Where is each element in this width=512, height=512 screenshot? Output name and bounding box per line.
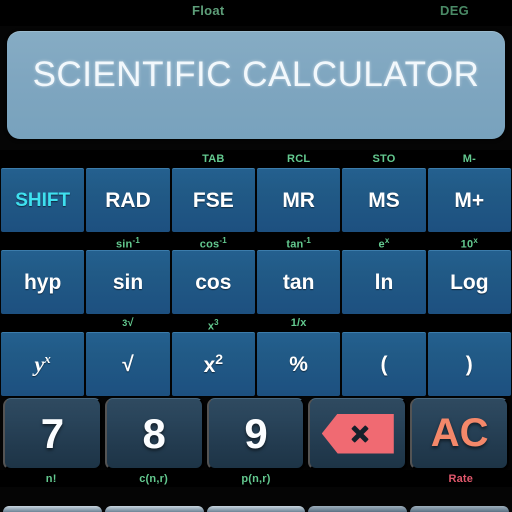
alt-arcsin-sup: -1	[132, 236, 140, 245]
alt-label-arccos: cos-1	[171, 233, 256, 253]
alt-label-row-1: TAB RCL STO M-	[0, 150, 512, 168]
alt-arctan-sup: -1	[303, 236, 311, 245]
keypad-row-memory: TAB RCL STO M- SHIFT RAD FSE MR MS M+	[0, 150, 512, 232]
square-base: x	[203, 354, 216, 377]
digit-7-button[interactable]: 7	[3, 398, 102, 470]
peek-button-1[interactable]	[3, 506, 102, 512]
display-title-text: SCIENTIFIC CALCULATOR	[32, 55, 480, 94]
alt-label-rate: Rate	[448, 473, 474, 485]
alt-label-tab: TAB	[202, 153, 225, 165]
status-number-format: Float	[192, 3, 225, 18]
open-paren-button[interactable]: (	[342, 332, 426, 396]
alt-xcube-sup: 3	[214, 318, 219, 327]
keypad-row-power: 3√ x3 1/x yx √ x2 % ( )	[0, 314, 512, 396]
alt-label-arctan: tan-1	[256, 233, 341, 253]
alt-label-permutation: p(n,r)	[241, 473, 271, 485]
shift-button[interactable]: SHIFT	[1, 168, 85, 232]
alt-arctan-base: tan	[286, 238, 304, 251]
alt-label-m-minus: M-	[462, 153, 476, 165]
peek-button-2[interactable]	[104, 506, 204, 512]
alt-label-sto: STO	[372, 153, 396, 165]
hyp-button[interactable]: hyp	[1, 250, 85, 314]
alt-arcsin-base: sin	[115, 238, 133, 251]
close-paren-button[interactable]: )	[427, 332, 511, 396]
tan-button[interactable]: tan	[256, 250, 341, 314]
peek-button-5[interactable]	[410, 506, 509, 512]
memory-store-button[interactable]: MS	[342, 168, 426, 232]
peek-button-4[interactable]	[308, 506, 408, 512]
alt-label-cube-root: 3√	[85, 315, 170, 331]
alt-label-rcl: RCL	[287, 153, 311, 165]
alt-ten-base: 10	[460, 238, 474, 251]
alt-label-row-2: sin-1 cos-1 tan-1 ex 10x	[0, 232, 512, 253]
square-exponent: 2	[215, 351, 224, 367]
log-button[interactable]: Log	[427, 250, 511, 314]
all-clear-button[interactable]: AC	[410, 398, 509, 470]
backspace-icon	[321, 413, 394, 454]
alt-label-combination: c(n,r)	[139, 473, 168, 485]
sin-button[interactable]: sin	[86, 250, 170, 314]
ln-button[interactable]: ln	[342, 250, 426, 314]
rad-button[interactable]: RAD	[86, 168, 170, 232]
memory-recall-button[interactable]: MR	[256, 168, 341, 232]
alt-cuberoot-symbol: √	[127, 317, 134, 329]
alt-label-ten-power: 10x	[427, 233, 512, 253]
percent-button[interactable]: %	[256, 332, 341, 396]
alt-label-row-numbers: n! c(n,r) p(n,r) Rate	[0, 470, 512, 487]
button-row-2: hyp sin cos tan ln Log	[0, 250, 512, 314]
keypad-row-numbers: 7 8 9 AC n! c(n,r) p(n,r) Rate	[0, 398, 512, 487]
button-row-3: yx √ x2 % ( )	[0, 332, 512, 396]
alt-label-row-3: 3√ x3 1/x	[0, 314, 512, 335]
alt-arccos-base: cos	[199, 238, 220, 251]
button-row-1: SHIFT RAD FSE MR MS M+	[0, 168, 512, 232]
digit-9-button[interactable]: 9	[206, 398, 306, 470]
alt-ten-sup: x	[473, 236, 478, 245]
calculator-display[interactable]: SCIENTIFIC CALCULATOR	[7, 31, 505, 139]
alt-label-factorial: n!	[45, 473, 57, 485]
status-bar: Float DEG	[0, 0, 512, 26]
power-glyph: yx	[35, 351, 51, 377]
next-row-peek	[0, 506, 512, 512]
fse-button[interactable]: FSE	[171, 168, 255, 232]
power-exponent: x	[44, 351, 51, 367]
square-glyph: x2	[204, 351, 223, 378]
power-button[interactable]: yx	[1, 332, 85, 396]
cos-button[interactable]: cos	[171, 250, 255, 314]
keypad-row-trig: sin-1 cos-1 tan-1 ex 10x hyp sin cos tan…	[0, 232, 512, 314]
peek-button-3[interactable]	[206, 506, 306, 512]
digit-8-button[interactable]: 8	[104, 398, 204, 470]
square-root-button[interactable]: √	[86, 332, 170, 396]
square-button[interactable]: x2	[171, 332, 255, 396]
alt-label-reciprocal: 1/x	[290, 317, 307, 329]
alt-label-arcsin: sin-1	[85, 233, 170, 253]
alt-label-x-cubed: x3	[171, 315, 256, 335]
calculator-app: Float DEG SCIENTIFIC CALCULATOR TAB RCL …	[0, 0, 512, 512]
keypad: TAB RCL STO M- SHIFT RAD FSE MR MS M+ si…	[0, 150, 512, 487]
alt-label-e-power: ex	[341, 233, 426, 253]
alt-arccos-sup: -1	[219, 236, 227, 245]
status-angle-unit: DEG	[440, 3, 470, 18]
memory-add-button[interactable]: M+	[427, 168, 511, 232]
number-button-row: 7 8 9 AC	[0, 398, 512, 470]
power-base: y	[34, 351, 45, 377]
alt-e-sup: x	[384, 236, 390, 245]
backspace-button[interactable]	[308, 398, 408, 470]
display-panel-wrapper: SCIENTIFIC CALCULATOR	[6, 30, 506, 140]
